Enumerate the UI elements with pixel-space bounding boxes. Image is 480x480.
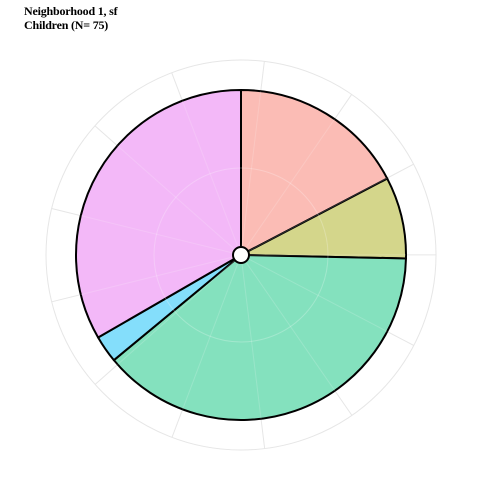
- center-hole: [232, 246, 250, 264]
- chart-page: Neighborhood 1, sf Children (N= 75): [0, 0, 480, 480]
- pie-chart: [45, 59, 437, 451]
